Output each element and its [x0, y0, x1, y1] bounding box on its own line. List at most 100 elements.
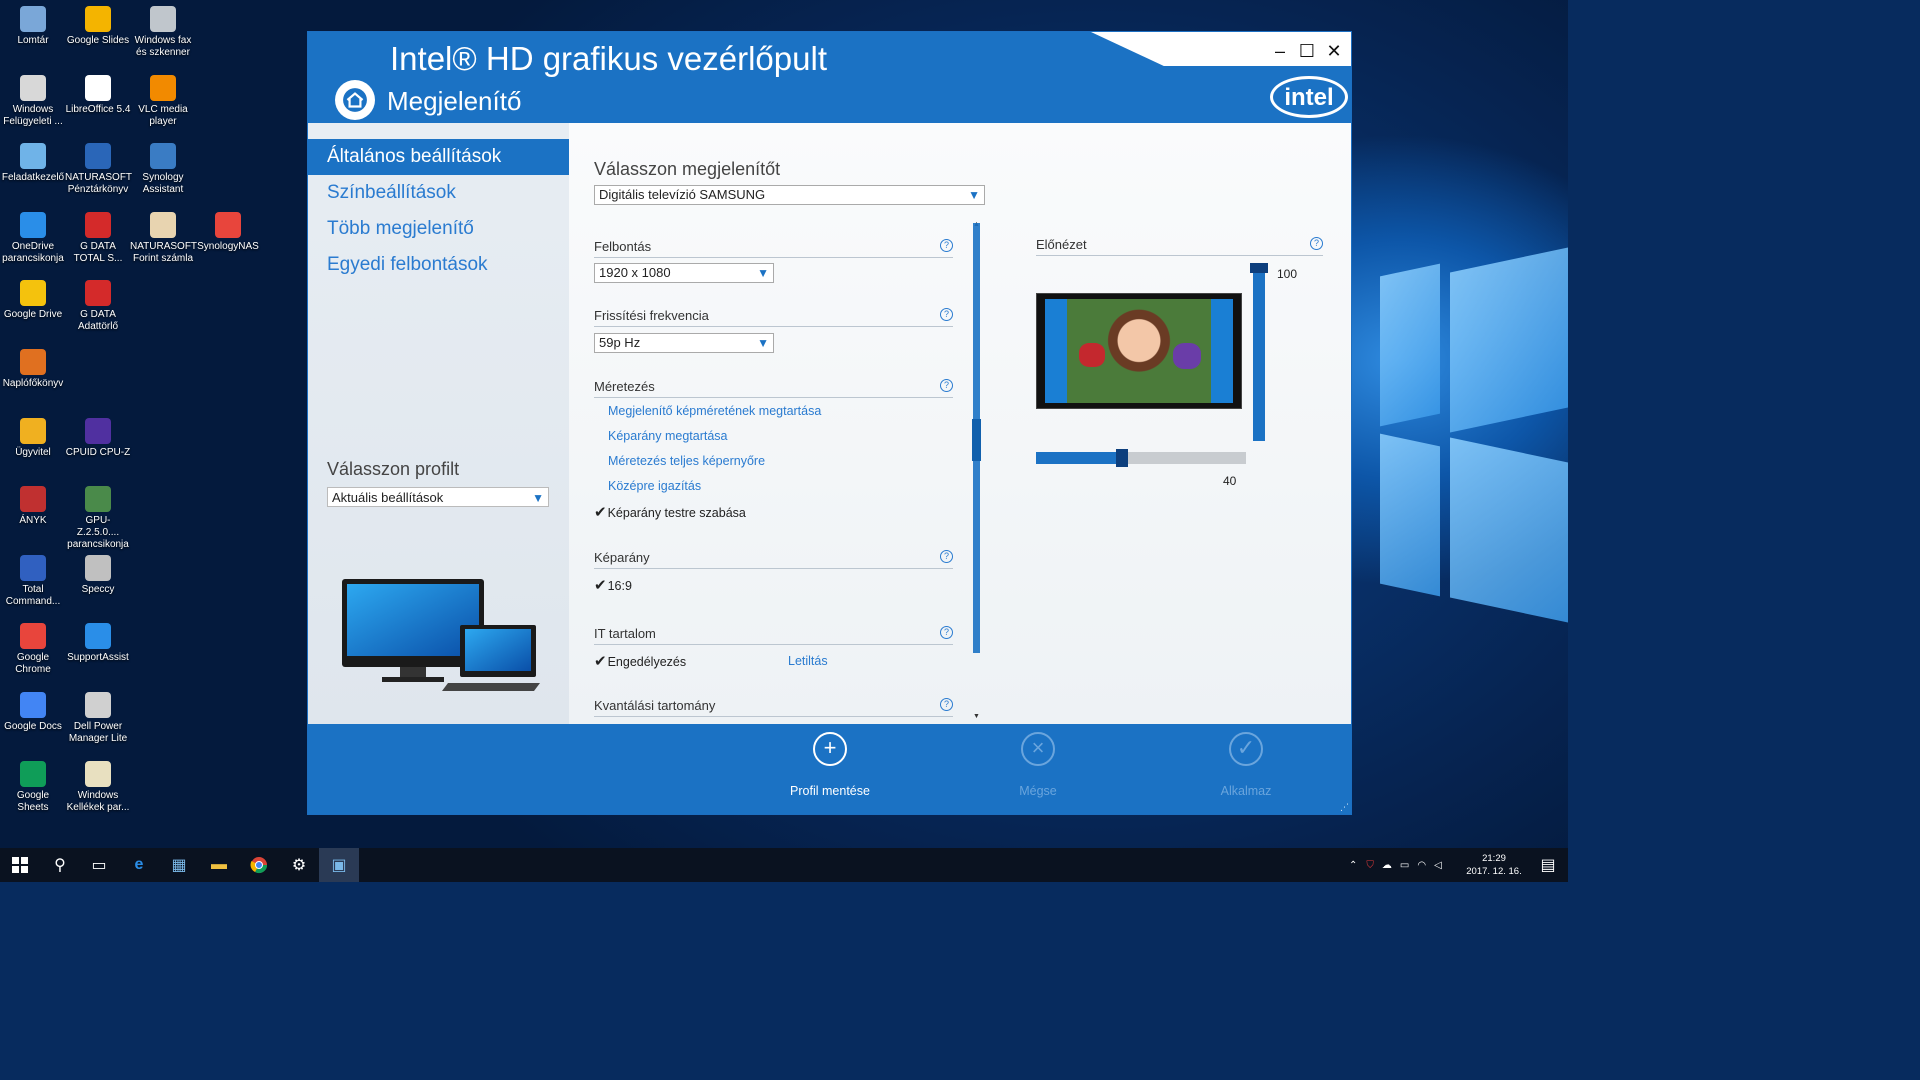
scaling-option-custom-aspect[interactable]: ✔Képarány testre szabása [594, 503, 746, 521]
desktop-icon[interactable]: LibreOffice 5.4 [65, 74, 131, 116]
home-icon[interactable] [335, 80, 375, 120]
desktop-icon[interactable]: Total Command... [0, 554, 66, 608]
cancel-button[interactable]: × Mégse [973, 732, 1103, 798]
desktop-icon[interactable]: Google Sheets [0, 760, 66, 814]
search-icon[interactable]: ⚲ [40, 848, 80, 882]
desktop-icon[interactable]: NATURASOFT Pénztárkönyv [65, 143, 133, 196]
desktop-icon[interactable]: Google Chrome [0, 623, 66, 676]
desktop-icon[interactable]: ÁNYK [0, 486, 66, 527]
onedrive-tray-icon[interactable]: ☁ [1382, 860, 1392, 871]
store-icon[interactable]: ▦ [159, 848, 199, 882]
help-icon[interactable]: ? [940, 379, 953, 392]
desktop-icon-label: GPU-Z.2.5.0.... parancsikonja [67, 515, 129, 551]
scroll-down-arrow[interactable]: ▼ [973, 713, 980, 720]
bottom-action-bar: + Profil mentése × Mégse ✓ Alkalmaz ⋰ [308, 724, 1351, 814]
horizontal-slider-thumb[interactable] [1116, 449, 1128, 467]
scaling-option-maintain-aspect[interactable]: Képarány megtartása [608, 429, 728, 443]
desktop-icon[interactable]: Windows Kellékek par... [65, 760, 131, 814]
desktop-icon[interactable]: SynologyNAS [195, 211, 261, 253]
sidebar-item-color[interactable]: Színbeállítások [308, 175, 569, 211]
desktop-icon[interactable]: NATURASOFT Forint számla [130, 211, 198, 265]
desktop-icon[interactable]: G DATA TOTAL S... [65, 211, 131, 265]
chrome-taskbar-icon[interactable] [239, 848, 279, 882]
vertical-size-slider[interactable] [1253, 263, 1265, 441]
cpuz-icon [85, 417, 111, 444]
notifications-icon[interactable]: ▤ [1528, 848, 1568, 882]
file-explorer-icon[interactable]: ▬ [199, 848, 239, 882]
dell-power-icon [85, 692, 111, 718]
minimize-button[interactable]: – [1268, 40, 1292, 62]
desktop-icon[interactable]: Ügyvitel [0, 417, 66, 459]
maximize-button[interactable]: ☐ [1295, 40, 1319, 62]
desktop-icon-label: NATURASOFT Pénztárkönyv [65, 172, 133, 196]
refresh-dropdown[interactable]: 59p Hz ▼ [594, 333, 774, 353]
desktop-icon[interactable]: Google Slides [65, 6, 131, 47]
desktop-icon[interactable]: Google Docs [0, 692, 66, 733]
desktop-icon-label: VLC media player [138, 103, 188, 127]
desktop-icon[interactable]: Windows fax és szkenner [130, 6, 196, 59]
start-button[interactable] [0, 848, 40, 882]
desktop-icon-label: NATURASOFT Forint számla [130, 240, 198, 264]
it-disable-option[interactable]: Letiltás [788, 654, 828, 668]
resolution-dropdown[interactable]: 1920 x 1080 ▼ [594, 263, 774, 283]
battery-icon[interactable]: ▭ [1400, 860, 1409, 871]
resolution-value: 1920 x 1080 [599, 265, 671, 280]
desktop-icon-label: SupportAssist [67, 652, 129, 664]
help-icon[interactable]: ? [1310, 237, 1323, 250]
it-enable-option[interactable]: ✔Engedélyezés [594, 652, 686, 670]
desktop-icon[interactable]: Synology Assistant [130, 143, 196, 196]
it-content-label: IT tartalom ? [594, 626, 953, 645]
help-icon[interactable]: ? [940, 698, 953, 711]
help-icon[interactable]: ? [940, 626, 953, 639]
desktop-icon[interactable]: Dell Power Manager Lite [65, 692, 131, 745]
intel-graphics-taskbar-icon[interactable]: ▣ [319, 848, 359, 882]
scrollbar-thumb[interactable] [972, 419, 981, 461]
clock-date: 2017. 12. 16. [1466, 866, 1522, 877]
desktop-icon[interactable]: CPUID CPU-Z [65, 417, 131, 459]
intel-logo: intel [1270, 76, 1348, 118]
horizontal-size-slider[interactable] [1036, 452, 1246, 464]
vlc-icon [150, 74, 176, 101]
apply-button[interactable]: ✓ Alkalmaz [1181, 732, 1311, 798]
desktop-icon[interactable]: Windows Felügyeleti ... [0, 74, 66, 128]
volume-icon[interactable]: ◁ [1434, 860, 1442, 871]
desktop-icon[interactable]: Lomtár [0, 6, 66, 47]
sidebar-item-general[interactable]: Általános beállítások [308, 139, 569, 175]
gdata-tray-icon[interactable]: ⛉ [1366, 860, 1374, 871]
desktop-icon[interactable]: OneDrive parancsikonja [0, 211, 66, 265]
scaling-option-maintain-display[interactable]: Megjelenítő képméretének megtartása [608, 404, 821, 418]
profile-dropdown[interactable]: Aktuális beállítások ▼ [327, 487, 549, 507]
settings-gear-icon[interactable]: ⚙ [279, 848, 319, 882]
chevron-up-icon[interactable]: ⌃ [1349, 860, 1357, 871]
quantization-label-text: Kvantálási tartomány [594, 698, 716, 713]
scaling-option-center[interactable]: Középre igazítás [608, 479, 701, 493]
desktop-icon[interactable]: Speccy [65, 554, 131, 596]
vertical-slider-thumb[interactable] [1250, 263, 1268, 273]
refresh-label-text: Frissítési frekvencia [594, 308, 709, 323]
wifi-icon[interactable]: ◠ [1417, 860, 1426, 871]
task-view-icon[interactable]: ▭ [79, 848, 119, 882]
clock[interactable]: 21:29 2017. 12. 16. [1464, 852, 1524, 878]
save-profile-button[interactable]: + Profil mentése [765, 732, 895, 798]
desktop-icon[interactable]: VLC media player [130, 74, 196, 128]
desktop-icon-label: Windows Felügyeleti ... [3, 103, 63, 127]
desktop-icon[interactable]: Google Drive [0, 280, 66, 321]
edge-icon[interactable]: e [119, 848, 159, 882]
admin-tools-icon [20, 74, 46, 101]
help-icon[interactable]: ? [940, 308, 953, 321]
desktop-icon[interactable]: Naplófőkönyv [0, 349, 66, 390]
resolution-label: Felbontás ? [594, 239, 953, 258]
close-button[interactable]: ✕ [1322, 40, 1346, 62]
sidebar-item-multi-display[interactable]: Több megjelenítő [308, 211, 569, 247]
desktop-icon[interactable]: GPU-Z.2.5.0.... parancsikonja [65, 486, 131, 551]
desktop-icon[interactable]: SupportAssist [65, 623, 131, 664]
scaling-option-full-screen[interactable]: Méretezés teljes képernyőre [608, 454, 765, 468]
aspect-option[interactable]: ✔16:9 [594, 576, 632, 594]
help-icon[interactable]: ? [940, 239, 953, 252]
desktop-icon[interactable]: Feladatkezelő [0, 143, 66, 184]
display-dropdown[interactable]: Digitális televízió SAMSUNG ▼ [594, 185, 985, 205]
sidebar-item-custom-resolutions[interactable]: Egyedi felbontások [308, 247, 569, 283]
resize-grip-icon[interactable]: ⋰ [1340, 802, 1349, 813]
help-icon[interactable]: ? [940, 550, 953, 563]
desktop-icon[interactable]: G DATA Adattörlő [65, 280, 131, 333]
